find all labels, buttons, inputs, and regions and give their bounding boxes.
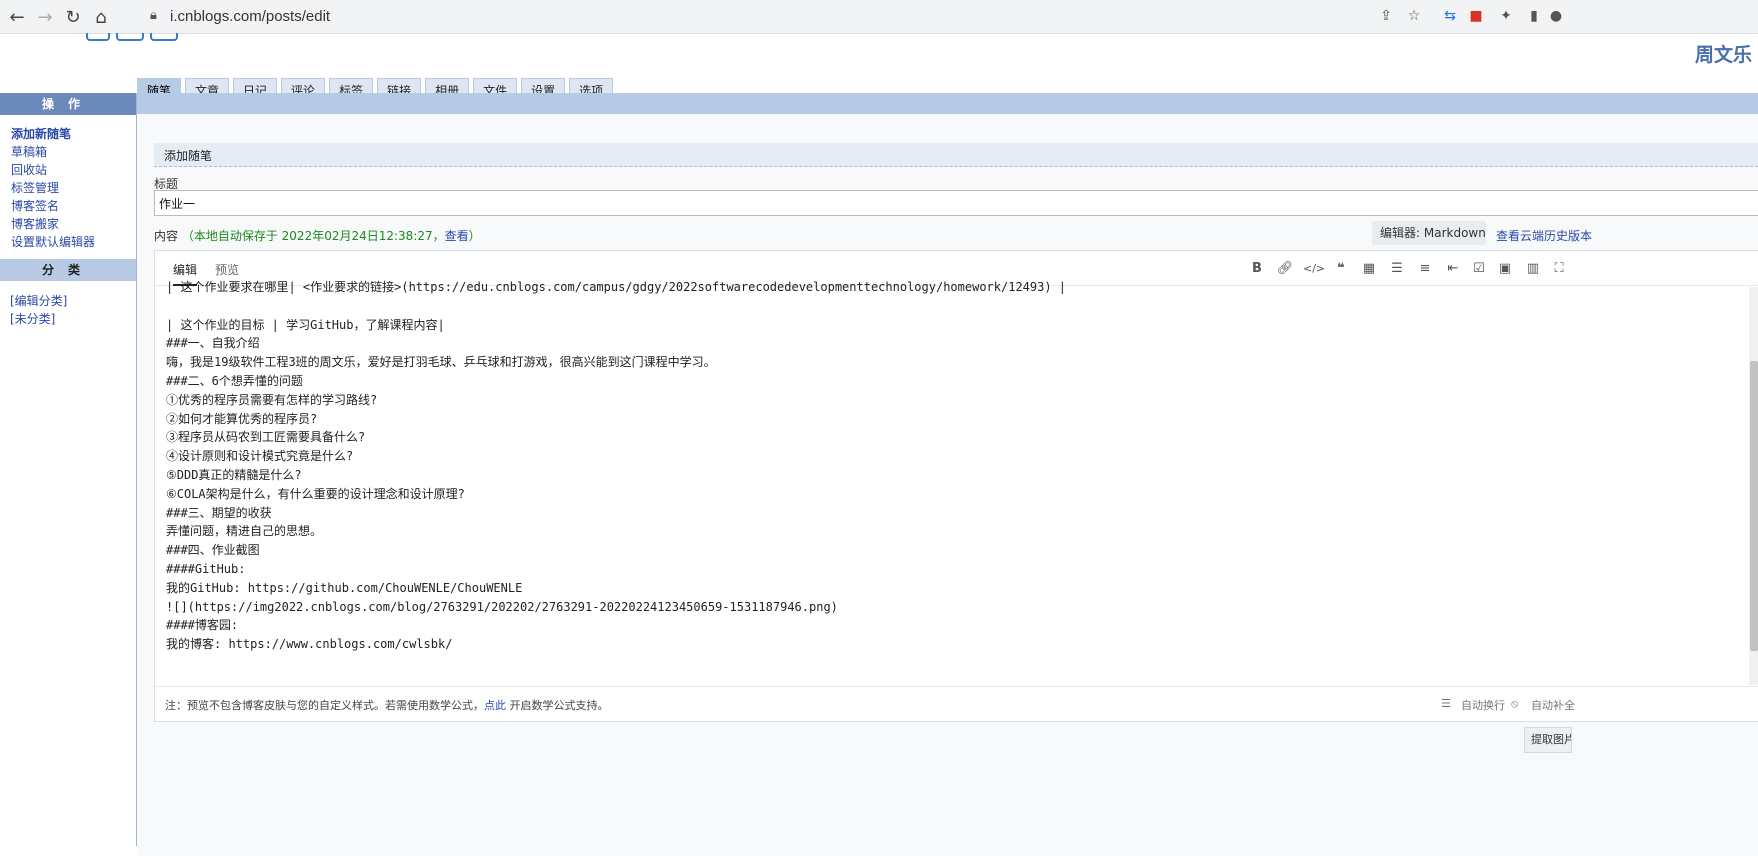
editor-tab-preview[interactable]: 预览 [215, 261, 239, 278]
editor-line: | 这个作业要求在哪里| <作业要求的链接>(https://edu.cnblo… [166, 280, 1067, 294]
image-icon[interactable]: ▣ [1495, 260, 1515, 278]
editor-line: 嗨，我是19级软件工程3班的周文乐，爱好是打羽毛球、乒乓球和打游戏，很高兴能到这… [166, 355, 716, 370]
editor-line: ###二、6个想弄懂的问题 [166, 373, 303, 388]
editor-scrollbar-thumb[interactable] [1750, 361, 1758, 651]
sidebar-item-default-editor[interactable]: 设置默认编辑器 [0, 232, 136, 252]
editor-line: ![](https://img2022.cnblogs.com/blog/276… [166, 599, 838, 614]
puzzle-icon[interactable]: ✦ [1496, 6, 1516, 26]
content-label: 内容 （本地自动保存于 2022年02月24日12:38:27，查看） [154, 227, 481, 244]
editor-line: ###一、自我介绍 [166, 336, 260, 351]
indent-icon[interactable]: ⇤ [1443, 260, 1463, 278]
editor-select-label: 编辑器: Markdown [1380, 226, 1486, 240]
editor-line: ⑥COLA架构是什么，有什么重要的设计理念和设计原理? [166, 486, 465, 501]
section-title: 添加随笔 [164, 149, 213, 163]
editor-line: 我的博客: https://www.cnblogs.com/cwlsbk/ [166, 637, 453, 652]
editor-select[interactable]: 编辑器: Markdown ▼ [1372, 221, 1486, 263]
autocomplete-label[interactable]: 自动补全 [1531, 697, 1575, 713]
content-label-text: 内容 [154, 229, 179, 243]
editor-footer: 注：预览不包含博客皮肤与您的自定义样式。若需使用数学公式，点此 开启数学公式支持… [155, 686, 1758, 721]
sidebar: 操作 添加新随笔 草稿箱 回收站 标签管理 博客签名 博客搬家 设置默认编辑器 … [0, 93, 137, 846]
sidebar-item-edit-category[interactable]: [编辑分类] [0, 291, 136, 311]
sidebar-item-signature[interactable]: 博客签名 [0, 196, 136, 216]
address-bar[interactable] [136, 3, 1626, 29]
editor-line: ###三、期望的收获 [166, 505, 272, 520]
editor-line: ③程序员从码农到工匠需要具备什么? [166, 430, 366, 445]
sidebar-item-tag-manage[interactable]: 标签管理 [0, 178, 136, 198]
editor-line: ####GitHub: [166, 561, 246, 576]
autosave-status: （本地自动保存于 2022年02月24日12:38:27，查看） [181, 229, 481, 243]
editor-line: ⑤DDD真正的精髓是什么? [166, 467, 302, 482]
editor-line: 弄懂问题，精进自己的思想。 [166, 524, 323, 539]
title-input-value: 作业一 [159, 197, 196, 211]
autosave-view-link[interactable]: 查看 [445, 229, 469, 243]
table-icon[interactable]: ▦ [1359, 260, 1379, 278]
bulleted-list-icon[interactable]: ☰ [1387, 260, 1407, 278]
bold-icon[interactable]: B [1247, 260, 1267, 278]
sidebar-cat-title: 分类 [0, 259, 136, 281]
editor-line: ④设计原则和设计模式究竟是什么? [166, 449, 354, 464]
browser-toolbar: ← → ↻ ⌂ 🔒︎ i.cnblogs.com/posts/edit ⇪ ☆ … [0, 0, 1758, 34]
autocomplete-icon[interactable]: ⦸ [1511, 697, 1518, 711]
sidepanel-icon[interactable]: ▮ [1524, 6, 1544, 26]
avatar[interactable]: ● [1546, 6, 1566, 26]
editor-note: 注：预览不包含博客皮肤与您的自定义样式。若需使用数学公式，点此 开启数学公式支持… [165, 699, 609, 712]
editor-line: ###四、作业截图 [166, 543, 260, 558]
url-text: i.cnblogs.com/posts/edit [170, 8, 331, 25]
sidebar-ops-title: 操作 [0, 93, 136, 115]
section-title-bar: 添加随笔 [154, 143, 1758, 167]
sidebar-item-recycle[interactable]: 回收站 [0, 160, 136, 180]
math-support-link[interactable]: 点此 [484, 699, 506, 712]
extract-images-button[interactable]: 提取图片 [1524, 727, 1572, 753]
sidebar-item-uncategorized[interactable]: [未分类] [0, 309, 136, 329]
lock-icon: 🔒︎ [150, 8, 157, 23]
bookmark-star-icon[interactable]: ☆ [1404, 6, 1424, 26]
numbered-list-icon[interactable]: ≡ [1415, 260, 1435, 278]
editor-scrollbar[interactable] [1749, 287, 1758, 685]
word-wrap-label[interactable]: 自动换行 [1461, 697, 1505, 713]
sidebar-item-add-post[interactable]: 添加新随笔 [0, 124, 136, 144]
editor-line: | 这个作业的目标 | 学习GitHub，了解课程内容| [166, 317, 445, 332]
editor-line: ①优秀的程序员需要有怎样的学习路线? [166, 392, 378, 407]
back-icon[interactable]: ← [4, 4, 30, 30]
editor-line: 我的GitHub: https://github.com/ChouWENLE/C… [166, 580, 523, 595]
editor-textarea[interactable]: | 这个作业要求在哪里| <作业要求的链接>(https://edu.cnblo… [166, 278, 1747, 678]
link-icon[interactable]: 🔗︎ [1275, 260, 1295, 278]
blog-name[interactable]: 周文乐 [1695, 40, 1752, 67]
title-input[interactable]: 作业一 [154, 190, 1758, 216]
checkbox-icon[interactable]: ☑ [1469, 260, 1489, 278]
sidebar-item-move-blog[interactable]: 博客搬家 [0, 214, 136, 234]
home-icon[interactable]: ⌂ [88, 4, 114, 30]
split-view-icon[interactable]: ▥ [1523, 260, 1543, 278]
extension-icon[interactable]: ⇆ [1440, 6, 1460, 26]
cloud-history-link[interactable]: 查看云端历史版本 [1496, 227, 1592, 244]
word-wrap-icon[interactable]: ☰ [1441, 697, 1451, 710]
extension-red-icon[interactable]: ■ [1466, 6, 1486, 26]
tab-bar-strip [137, 93, 1758, 114]
forward-icon[interactable]: → [32, 4, 58, 30]
editor-line: ②如何才能算优秀的程序员? [166, 411, 318, 426]
sidebar-item-drafts[interactable]: 草稿箱 [0, 142, 136, 162]
editor-line: ####博客园: [166, 618, 239, 633]
quote-icon[interactable]: ❝ [1331, 260, 1351, 278]
code-icon[interactable]: </> [1303, 260, 1325, 278]
blog-logo [86, 33, 206, 41]
share-icon[interactable]: ⇪ [1376, 6, 1396, 26]
fullscreen-icon[interactable]: ⛶ [1549, 260, 1569, 278]
markdown-editor: 编辑 预览 B 🔗︎ </> ❝ ▦ ☰ ≡ ⇤ ☑ ▣ ▥ ⛶ | 这个作业要… [154, 250, 1758, 722]
reload-icon[interactable]: ↻ [60, 4, 86, 30]
